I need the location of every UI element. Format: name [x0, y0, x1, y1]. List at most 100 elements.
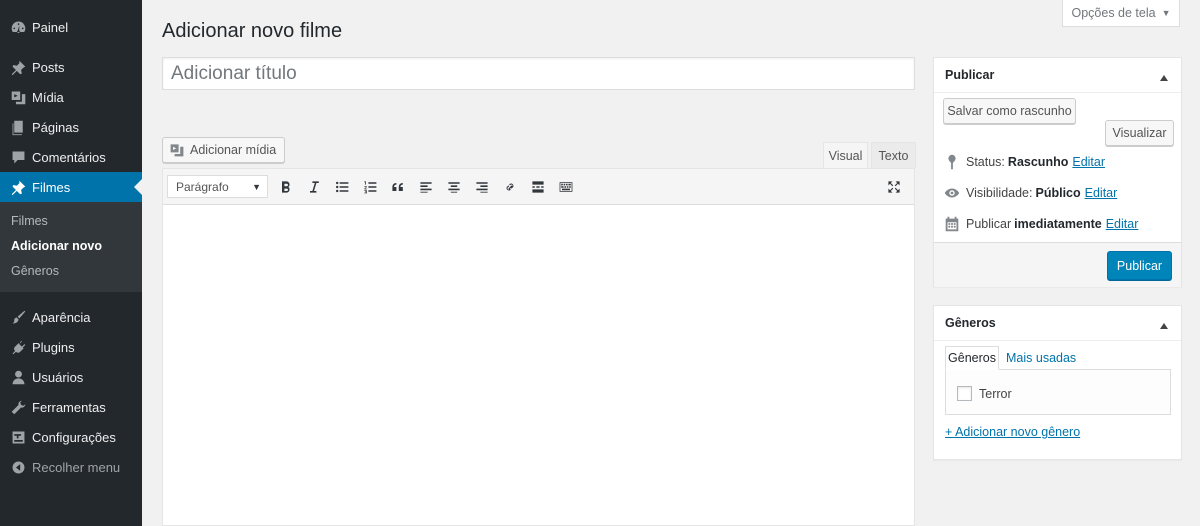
sidebar-item-aparencia[interactable]: Aparência	[0, 302, 142, 332]
sidebar-submenu: Filmes Adicionar novo Gêneros	[0, 202, 142, 292]
submenu-item-filmes[interactable]: Filmes	[0, 209, 142, 234]
sidebar-item-plugins[interactable]: Plugins	[0, 332, 142, 362]
publish-button[interactable]: Publicar	[1107, 251, 1172, 280]
quote-icon	[392, 182, 403, 191]
wrench-icon	[8, 397, 28, 417]
bold-icon	[282, 180, 290, 193]
publish-actions: Publicar	[934, 242, 1181, 287]
align-left-icon	[420, 181, 432, 193]
sidebar-item-label: Plugins	[32, 339, 75, 355]
tab-text[interactable]: Texto	[871, 142, 916, 168]
collapse-icon	[8, 457, 28, 477]
sidebar-item-label: Usuários	[32, 369, 84, 385]
plugin-icon	[8, 337, 28, 357]
numbered-list-button[interactable]	[356, 173, 384, 201]
bulleted-list-icon	[336, 181, 349, 192]
blockquote-button[interactable]	[384, 173, 412, 201]
media-icon	[8, 87, 28, 107]
fullscreen-icon	[888, 181, 900, 193]
genre-label: Terror	[979, 386, 1012, 401]
edit-status-link[interactable]: Editar	[1072, 155, 1105, 169]
read-more-button[interactable]	[524, 173, 552, 201]
sidebar-item-posts[interactable]: Posts	[0, 52, 142, 82]
sidebar-item-label: Aparência	[32, 309, 91, 325]
italic-button[interactable]	[300, 173, 328, 201]
format-select-value: Parágrafo	[176, 179, 229, 194]
sidebar-item-label: Configurações	[32, 429, 116, 445]
add-media-button[interactable]: Adicionar mídia	[162, 137, 286, 163]
pin-icon	[8, 57, 28, 77]
submenu-item-generos[interactable]: Gêneros	[0, 259, 142, 284]
insert-link-button[interactable]	[496, 173, 524, 201]
edit-visibility-link[interactable]: Editar	[1085, 186, 1118, 200]
format-select[interactable]: Parágrafo ▼	[167, 175, 268, 198]
align-center-button[interactable]	[440, 173, 468, 201]
sidebar-item-label: Posts	[32, 59, 65, 75]
tab-most-used[interactable]: Mais usadas	[1006, 346, 1076, 370]
visibility-label: Visibilidade:	[966, 186, 1033, 200]
user-icon	[8, 367, 28, 387]
sidebar-item-ferramentas[interactable]: Ferramentas	[0, 392, 142, 422]
save-draft-button[interactable]: Salvar como rascunho	[943, 98, 1076, 124]
add-new-genre-link[interactable]: + Adicionar novo gênero	[945, 425, 1080, 439]
read-more-icon	[532, 180, 544, 193]
eye-icon	[944, 188, 960, 198]
caret-down-icon: ▼	[1161, 8, 1171, 18]
sidebar-item-painel[interactable]: Painel	[0, 12, 142, 42]
sidebar-collapse-menu[interactable]: Recolher menu	[0, 452, 142, 482]
genre-checkbox[interactable]	[957, 386, 972, 401]
genre-checklist: Terror	[945, 369, 1171, 415]
align-right-icon	[476, 181, 488, 193]
caret-down-icon: ▼	[252, 181, 261, 192]
italic-icon	[310, 180, 319, 193]
submenu-item-adicionar-novo[interactable]: Adicionar novo	[0, 234, 142, 259]
brush-icon	[8, 307, 28, 327]
sidebar-item-label: Mídia	[32, 89, 64, 105]
dashboard-icon	[8, 17, 28, 37]
tab-visual[interactable]: Visual	[823, 142, 868, 168]
visibility-row: Visibilidade: Público Editar	[943, 184, 1117, 202]
edit-schedule-link[interactable]: Editar	[1106, 217, 1139, 231]
status-label: Status:	[966, 155, 1005, 169]
sidebar-item-comentarios[interactable]: Comentários	[0, 142, 142, 172]
calendar-icon	[945, 216, 959, 232]
toolbar-toggle-button[interactable]	[552, 173, 580, 201]
align-left-button[interactable]	[412, 173, 440, 201]
publish-box-header: Publicar	[934, 58, 1181, 93]
align-right-button[interactable]	[468, 173, 496, 201]
link-icon	[506, 183, 514, 190]
editor-toolbar: Parágrafo ▼	[163, 169, 914, 205]
admin-sidebar: Painel Posts Mídia Páginas Comentários F…	[0, 0, 142, 526]
collapse-toggle-icon[interactable]	[1159, 318, 1169, 329]
numbered-list-icon	[364, 180, 377, 193]
sidebar-item-paginas[interactable]: Páginas	[0, 112, 142, 142]
tab-all-genres[interactable]: Gêneros	[945, 346, 999, 370]
sidebar-item-label: Painel	[32, 19, 69, 35]
sidebar-item-label: Ferramentas	[32, 399, 106, 415]
post-title-input[interactable]	[162, 57, 915, 90]
sidebar-item-usuarios[interactable]: Usuários	[0, 362, 142, 392]
schedule-value: imediatamente	[1014, 217, 1102, 231]
preview-button[interactable]: Visualizar	[1105, 120, 1174, 146]
fullscreen-button[interactable]	[880, 173, 908, 201]
schedule-label: Publicar	[966, 217, 1012, 231]
bulleted-list-button[interactable]	[328, 173, 356, 201]
page-title: Adicionar novo filme	[162, 20, 343, 42]
align-center-icon	[448, 181, 460, 193]
bold-button[interactable]	[272, 173, 300, 201]
status-value: Rascunho	[1007, 155, 1069, 169]
genres-box: Gêneros Gêneros Mais usadas Terror + Adi…	[933, 305, 1182, 460]
media-icon	[170, 144, 184, 157]
keyboard-icon	[559, 181, 573, 192]
genre-item[interactable]: Terror	[957, 386, 1012, 401]
publish-box: Publicar Salvar como rascunho Visualizar…	[933, 57, 1182, 287]
collapse-toggle-icon[interactable]	[1159, 70, 1169, 81]
content-editor[interactable]: Parágrafo ▼	[162, 168, 915, 526]
sidebar-item-label: Comentários	[32, 149, 106, 165]
sidebar-item-midia[interactable]: Mídia	[0, 82, 142, 112]
sidebar-item-filmes[interactable]: Filmes	[0, 172, 142, 202]
screen-options-button[interactable]: Opções de tela ▼	[1062, 0, 1180, 27]
publish-box-title: Publicar	[945, 68, 995, 82]
sidebar-item-configuracoes[interactable]: Configurações	[0, 422, 142, 452]
